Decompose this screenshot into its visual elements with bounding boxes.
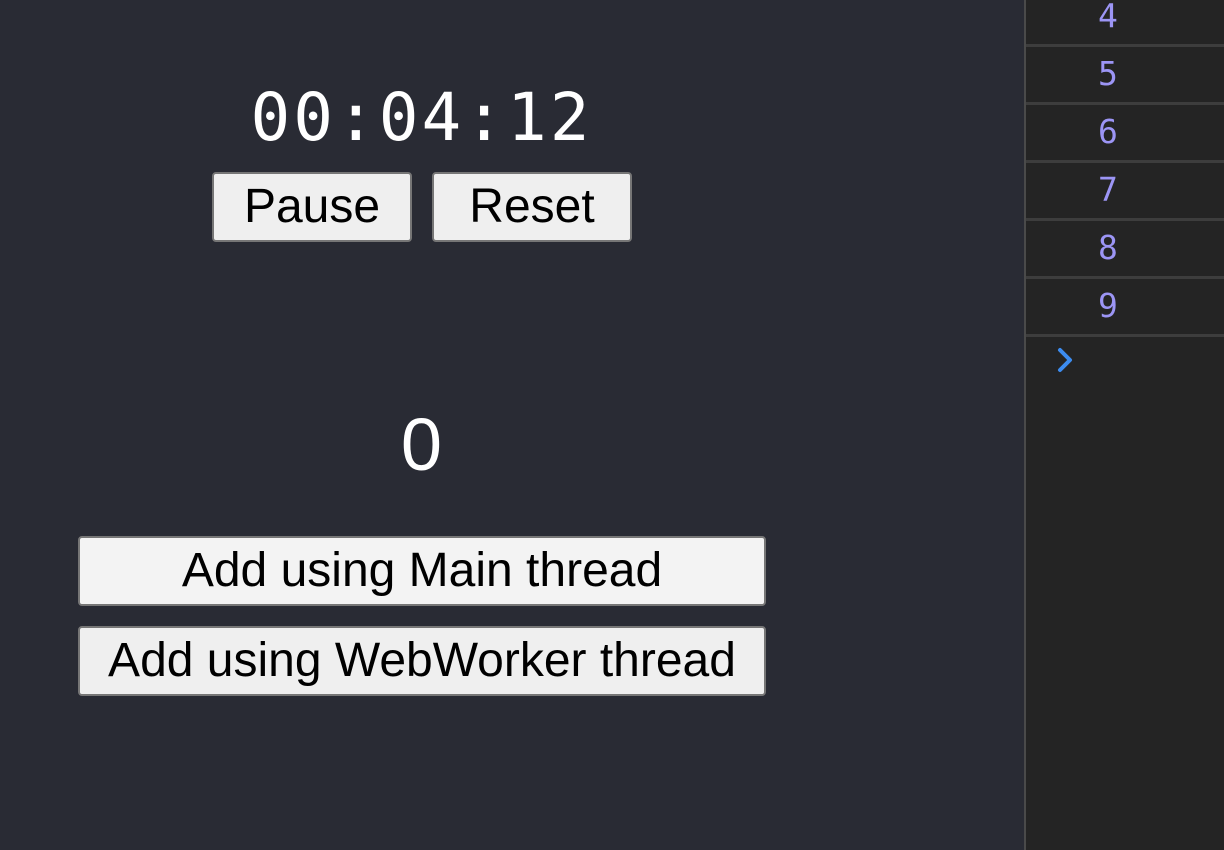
- console-log-value: 6: [1098, 112, 1118, 151]
- console-log-value: 7: [1098, 170, 1118, 209]
- console-log-row: 5: [1026, 47, 1224, 105]
- add-webworker-thread-button[interactable]: Add using WebWorker thread: [78, 626, 766, 696]
- console-log-value: 9: [1098, 286, 1118, 325]
- devtools-console: 4 5 6 7 8 9: [1024, 0, 1224, 850]
- pause-button[interactable]: Pause: [212, 172, 412, 242]
- console-log-row: 9: [1026, 279, 1224, 337]
- stopwatch-display: 00:04:12: [250, 79, 593, 156]
- console-prompt-chevron: [1058, 348, 1072, 372]
- app-panel: 00:04:12 Pause Reset 0 Add using Main th…: [0, 0, 1024, 850]
- console-log-row: 8: [1026, 221, 1224, 279]
- console-log-row: 6: [1026, 105, 1224, 163]
- console-log-row: 7: [1026, 163, 1224, 221]
- console-log-value: 5: [1098, 54, 1118, 93]
- add-main-thread-button[interactable]: Add using Main thread: [78, 536, 766, 606]
- console-log-value: 8: [1098, 228, 1118, 267]
- reset-button[interactable]: Reset: [432, 172, 632, 242]
- console-log-row: 4: [1026, 0, 1224, 47]
- chevron-right-icon[interactable]: [1054, 342, 1078, 378]
- console-log-value: 4: [1098, 0, 1118, 35]
- sum-counter: 0: [400, 403, 443, 486]
